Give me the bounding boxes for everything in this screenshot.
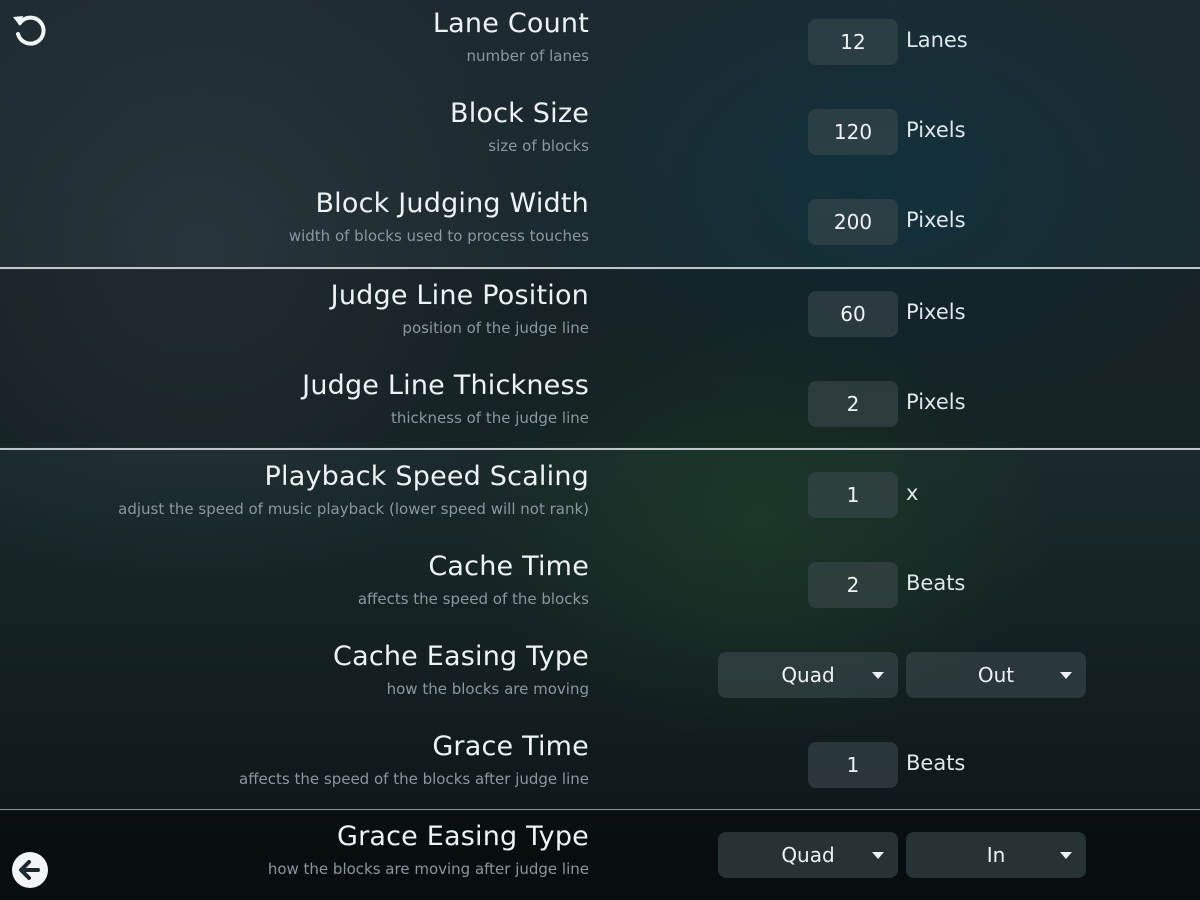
setting-label: Cache Time [428,551,589,582]
setting-label: Block Size [449,98,589,129]
setting-row-judge-line-position: Judge Line Position position of the judg… [0,272,1200,362]
setting-row-playback-speed-scaling: Playback Speed Scaling adjust the speed … [0,453,1200,543]
block-size-input[interactable]: 120 [808,109,898,155]
judge-line-thickness-input[interactable]: 2 [808,381,898,427]
setting-description: position of the judge line [402,319,589,337]
setting-description: how the blocks are moving [386,680,589,698]
setting-label: Judge Line Position [330,280,589,311]
setting-description: number of lanes [466,47,589,65]
judge-line-position-input[interactable]: 60 [808,291,898,337]
setting-label: Grace Easing Type [336,821,589,852]
setting-unit: Lanes [906,28,968,52]
setting-row-lane-count: Lane Count number of lanes 12 Lanes [0,0,1200,90]
setting-row-grace-easing-type: Grace Easing Type how the blocks are mov… [0,813,1200,900]
setting-unit: Pixels [906,118,966,142]
cache-time-input[interactable]: 2 [808,562,898,608]
chevron-down-icon [1060,852,1072,859]
block-judging-width-input[interactable]: 200 [808,199,898,245]
setting-row-cache-time: Cache Time affects the speed of the bloc… [0,543,1200,633]
setting-row-cache-easing-type: Cache Easing Type how the blocks are mov… [0,633,1200,723]
grace-time-input[interactable]: 1 [808,742,898,788]
setting-label: Lane Count [432,8,589,39]
cache-easing-direction-select[interactable]: Out [906,652,1086,698]
setting-unit: x [906,481,919,505]
chevron-down-icon [872,852,884,859]
setting-description: adjust the speed of music playback (lowe… [118,500,589,518]
setting-row-block-size: Block Size size of blocks 120 Pixels [0,90,1200,180]
setting-description: size of blocks [488,137,589,155]
lane-count-input[interactable]: 12 [808,19,898,65]
grace-easing-select[interactable]: Quad [718,832,898,878]
setting-label: Judge Line Thickness [302,370,589,401]
setting-description: affects the speed of the blocks after ju… [239,770,589,788]
setting-row-block-judging-width: Block Judging Width width of blocks used… [0,180,1200,270]
cache-easing-select[interactable]: Quad [718,652,898,698]
select-value: Quad [781,843,835,867]
setting-description: thickness of the judge line [390,409,589,427]
playback-speed-input[interactable]: 1 [808,472,898,518]
setting-label: Grace Time [432,731,589,762]
setting-unit: Pixels [906,300,966,324]
select-value: Quad [781,663,835,687]
setting-label: Cache Easing Type [333,641,589,672]
setting-row-grace-time: Grace Time affects the speed of the bloc… [0,723,1200,813]
setting-unit: Beats [906,751,966,775]
setting-description: affects the speed of the blocks [357,590,589,608]
setting-description: how the blocks are moving after judge li… [267,860,589,878]
setting-unit: Pixels [906,390,966,414]
setting-label: Block Judging Width [315,188,589,219]
setting-row-judge-line-thickness: Judge Line Thickness thickness of the ju… [0,362,1200,452]
select-value: Out [977,663,1015,687]
setting-label: Playback Speed Scaling [264,461,589,492]
chevron-down-icon [1060,672,1072,679]
select-value: In [986,843,1006,867]
setting-unit: Pixels [906,208,966,232]
grace-easing-direction-select[interactable]: In [906,832,1086,878]
setting-description: width of blocks used to process touches [288,227,589,245]
setting-unit: Beats [906,571,966,595]
chevron-down-icon [872,672,884,679]
